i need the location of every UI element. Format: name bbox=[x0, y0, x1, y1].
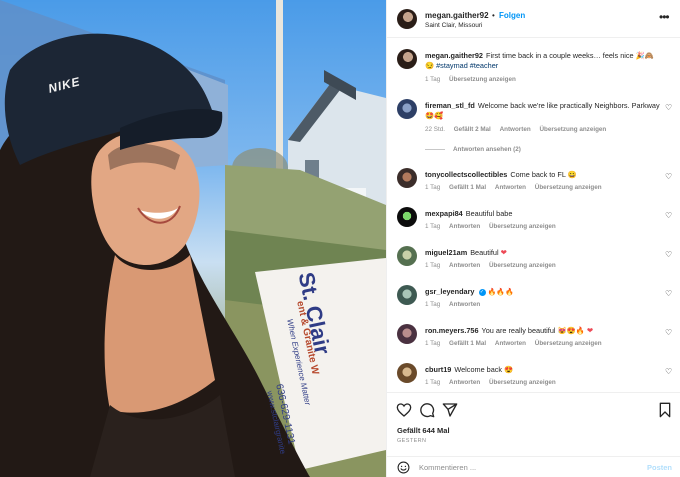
comment-time[interactable]: 1 Tag bbox=[425, 340, 440, 347]
avatar[interactable] bbox=[397, 285, 417, 305]
comment-text: tonycollectscollectibles Come back to FL … bbox=[425, 170, 661, 180]
comment-likes[interactable]: Gefällt 1 Mal bbox=[449, 340, 486, 347]
reply-button[interactable]: Antworten bbox=[449, 379, 480, 386]
post-location[interactable]: Saint Clair, Missouri bbox=[425, 22, 482, 29]
avatar[interactable] bbox=[397, 99, 417, 119]
post-photo[interactable]: NIKE St. Clair ent & Granite W When Expe… bbox=[0, 0, 386, 477]
follow-button[interactable]: Folgen bbox=[499, 11, 525, 20]
comment-icon[interactable] bbox=[419, 402, 435, 418]
avatar[interactable] bbox=[397, 49, 417, 69]
avatar[interactable] bbox=[397, 363, 417, 383]
reply-button[interactable]: Antworten bbox=[449, 262, 480, 269]
caption-translate-link[interactable]: Übersetzung anzeigen bbox=[449, 76, 516, 83]
caption-username[interactable]: megan.gaither92 bbox=[425, 51, 483, 60]
like-heart-icon[interactable]: ♡ bbox=[665, 289, 672, 298]
comment-time[interactable]: 22 Std. bbox=[425, 126, 445, 133]
avatar[interactable] bbox=[397, 324, 417, 344]
translate-link[interactable]: Übersetzung anzeigen bbox=[535, 340, 602, 347]
comment-time[interactable]: 1 Tag bbox=[425, 262, 440, 269]
like-heart-icon[interactable]: ♡ bbox=[665, 211, 672, 220]
like-heart-icon[interactable]: ♡ bbox=[665, 172, 672, 181]
like-heart-icon[interactable]: ♡ bbox=[665, 367, 672, 376]
comment-text: cburt19 Welcome back 😍 bbox=[425, 365, 661, 375]
comment-body: Beautiful bbox=[470, 248, 499, 257]
comment-meta: 1 Tag Antworten Übersetzung anzeigen bbox=[425, 379, 563, 386]
translate-link[interactable]: Übersetzung anzeigen bbox=[535, 184, 602, 191]
comment-text: ron.meyers.756 You are really beautiful 😻… bbox=[425, 326, 661, 336]
reply-button[interactable]: Antworten bbox=[495, 184, 526, 191]
likes-count[interactable]: Gefällt 644 Mal bbox=[397, 426, 450, 435]
post-header: megan.gaither92 • Folgen Saint Clair, Mi… bbox=[387, 0, 680, 38]
post-author-username[interactable]: megan.gaither92 bbox=[425, 11, 489, 20]
translate-link[interactable]: Übersetzung anzeigen bbox=[489, 262, 556, 269]
comment-text: gsr_leyendary ✓ 🔥🔥🔥 bbox=[425, 287, 661, 298]
comment-text: miguel21am Beautiful ❤ bbox=[425, 248, 661, 258]
comment-username[interactable]: cburt19 bbox=[425, 365, 451, 374]
comment-meta: 1 Tag Gefällt 1 Mal Antworten Übersetzun… bbox=[425, 340, 609, 347]
comment-body: You are really beautiful 😻😍🔥 bbox=[481, 326, 585, 335]
comment-meta: 1 Tag Antworten Übersetzung anzeigen bbox=[425, 262, 563, 269]
comment-composer: Posten bbox=[387, 456, 680, 477]
emoji-smile-icon[interactable] bbox=[397, 461, 410, 474]
avatar[interactable] bbox=[397, 207, 417, 227]
comment-time[interactable]: 1 Tag bbox=[425, 379, 440, 386]
like-heart-icon[interactable]: ♡ bbox=[665, 328, 672, 337]
like-heart-icon[interactable]: ♡ bbox=[665, 250, 672, 259]
caption-time[interactable]: 1 Tag bbox=[425, 76, 440, 83]
reply-button[interactable]: Antworten bbox=[449, 223, 480, 230]
comment-text: mexpapi84 Beautiful babe bbox=[425, 209, 661, 219]
comment-username[interactable]: fireman_stl_fd bbox=[425, 101, 475, 110]
translate-link[interactable]: Übersetzung anzeigen bbox=[489, 223, 556, 230]
comment-time[interactable]: 1 Tag bbox=[425, 184, 440, 191]
comment-meta: 22 Std. Gefällt 2 Mal Antworten Übersetz… bbox=[425, 126, 613, 133]
verified-badge-icon: ✓ bbox=[478, 288, 486, 296]
translate-link[interactable]: Übersetzung anzeigen bbox=[539, 126, 606, 133]
translate-link[interactable]: Übersetzung anzeigen bbox=[489, 379, 556, 386]
reply-button[interactable]: Antworten bbox=[495, 340, 526, 347]
avatar[interactable] bbox=[397, 168, 417, 188]
comment-username[interactable]: miguel21am bbox=[425, 248, 467, 257]
caption-hashtags[interactable]: #staymad #teacher bbox=[436, 61, 498, 70]
post-side-panel: megan.gaither92 • Folgen Saint Clair, Mi… bbox=[386, 0, 680, 477]
comment-body: 🔥🔥🔥 bbox=[487, 289, 514, 296]
avatar[interactable] bbox=[397, 9, 417, 29]
bookmark-icon[interactable] bbox=[657, 402, 673, 418]
photo-illustration bbox=[0, 0, 386, 477]
comment-likes[interactable]: Gefällt 2 Mal bbox=[454, 126, 491, 133]
comments-list[interactable]: megan.gaither92 First time back in a coup… bbox=[387, 39, 680, 392]
caption-text: megan.gaither92 First time back in a coup… bbox=[425, 51, 661, 71]
reply-button[interactable]: Antworten bbox=[500, 126, 531, 133]
like-heart-icon[interactable]: ♡ bbox=[665, 103, 672, 112]
comment-time[interactable]: 1 Tag bbox=[425, 301, 440, 308]
comment-text: fireman_stl_fd Welcome back we're like pr… bbox=[425, 101, 661, 121]
header-separator: • bbox=[492, 11, 495, 20]
post-comment-button[interactable]: Posten bbox=[647, 463, 672, 472]
comment-body: Come back to FL 😀 bbox=[510, 170, 577, 179]
like-heart-icon[interactable] bbox=[396, 402, 412, 418]
comment-username[interactable]: tonycollectscollectibles bbox=[425, 170, 507, 179]
heart-emoji: ❤ bbox=[586, 326, 593, 335]
comment-username[interactable]: ron.meyers.756 bbox=[425, 326, 479, 335]
comment-body: Beautiful babe bbox=[465, 209, 513, 218]
caption-meta: 1 Tag Übersetzung anzeigen bbox=[425, 76, 523, 83]
comment-likes[interactable]: Gefällt 1 Mal bbox=[449, 184, 486, 191]
comment-username[interactable]: gsr_leyendary bbox=[425, 287, 475, 296]
heart-emoji: ❤ bbox=[500, 248, 507, 257]
comment-body: Welcome back 😍 bbox=[454, 365, 514, 374]
comment-meta: 1 Tag Antworten bbox=[425, 301, 487, 308]
post-date: GESTERN bbox=[397, 438, 427, 444]
comment-time[interactable]: 1 Tag bbox=[425, 223, 440, 230]
comment-meta: 1 Tag Gefällt 1 Mal Antworten Übersetzun… bbox=[425, 184, 609, 191]
share-icon[interactable] bbox=[442, 402, 458, 418]
more-options-icon[interactable]: ••• bbox=[659, 10, 670, 24]
comment-meta: 1 Tag Antworten Übersetzung anzeigen bbox=[425, 223, 563, 230]
post-actions-bar: Gefällt 644 Mal GESTERN bbox=[387, 392, 680, 449]
instagram-post-modal: NIKE St. Clair ent & Granite W When Expe… bbox=[0, 0, 680, 477]
comment-username[interactable]: mexpapi84 bbox=[425, 209, 463, 218]
avatar[interactable] bbox=[397, 246, 417, 266]
comment-input[interactable] bbox=[419, 460, 639, 474]
view-replies-button[interactable]: Antworten ansehen (2) bbox=[425, 146, 521, 153]
reply-button[interactable]: Antworten bbox=[449, 301, 480, 308]
